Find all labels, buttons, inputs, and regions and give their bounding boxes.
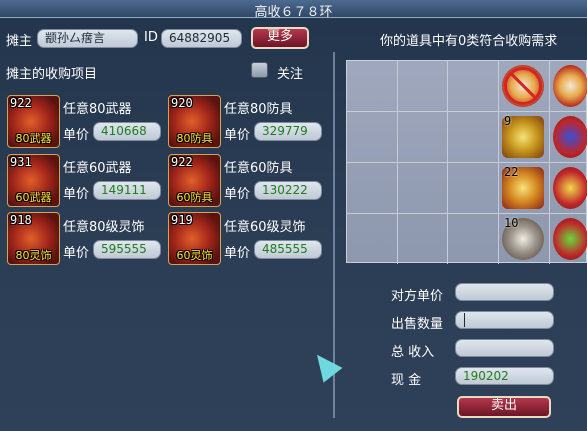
item-name: 任意60武器 <box>63 161 132 176</box>
price-label: 单价 <box>63 187 90 202</box>
total-income-field <box>455 339 554 357</box>
seller-label: 摊主 <box>6 34 33 49</box>
item-tag: 60武器 <box>15 191 52 204</box>
item-price: 410668 <box>93 122 161 141</box>
item-count: 920 <box>171 96 193 110</box>
total-income-label: 总 收入 <box>391 345 435 360</box>
more-button[interactable]: 更多 <box>251 27 309 49</box>
item-count: 919 <box>171 213 193 227</box>
item-name: 任意60防具 <box>224 161 293 176</box>
price-label: 单价 <box>63 128 90 143</box>
purchase-heading: 摊主的收购项目 <box>6 67 98 82</box>
item-count: 922 <box>10 96 32 110</box>
item-price: 130222 <box>254 181 322 200</box>
follow-label: 关注 <box>277 67 304 82</box>
inventory-count: 22 <box>504 165 519 179</box>
grid-line <box>347 111 587 112</box>
grid-line <box>347 162 587 163</box>
item-name: 任意80级灵饰 <box>63 220 145 235</box>
seller-id-label: ID <box>144 30 158 45</box>
inventory-heading: 你的道具中有0类符合收购需求 <box>380 34 558 49</box>
firecracker-icon[interactable]: 22 <box>502 165 544 209</box>
sell-button[interactable]: 卖出 <box>457 396 551 418</box>
price-label: 单价 <box>224 246 251 261</box>
inventory-count: 9 <box>504 114 512 128</box>
item-name: 任意60级灵饰 <box>224 220 306 235</box>
item-count: 918 <box>10 213 32 227</box>
item-icon-80-weapon[interactable]: 922 80武器 <box>7 95 60 148</box>
item-tag: 80灵饰 <box>15 249 52 262</box>
item-price: 329779 <box>254 122 322 141</box>
item-count: 922 <box>171 155 193 169</box>
item-tag: 60防具 <box>176 191 213 204</box>
cash-field: 190202 <box>455 367 554 385</box>
item-icon-60-accessory[interactable]: 919 60灵饰 <box>168 212 221 265</box>
item-icon-60-armor[interactable]: 922 60防具 <box>168 154 221 207</box>
price-label: 单价 <box>63 246 90 261</box>
seller-id-field: 64882905 <box>161 29 242 48</box>
inventory-count: 10 <box>504 216 519 230</box>
banner-icon[interactable] <box>553 65 587 107</box>
item-icon-80-armor[interactable]: 920 80防具 <box>168 95 221 148</box>
item-price: 149111 <box>93 181 161 200</box>
item-price: 485555 <box>254 240 322 259</box>
inventory-grid: 9 22 10 <box>346 60 587 264</box>
blocked-icon <box>504 67 542 105</box>
price-label: 单价 <box>224 128 251 143</box>
item-icon-60-weapon[interactable]: 931 60武器 <box>7 154 60 207</box>
item-icon-80-accessory[interactable]: 918 80灵饰 <box>7 212 60 265</box>
treasure-box-icon[interactable]: 9 <box>502 114 544 158</box>
item-name: 任意80武器 <box>63 102 132 117</box>
item-count: 931 <box>10 155 32 169</box>
quantity-input[interactable] <box>455 311 554 329</box>
price-label: 单价 <box>224 187 251 202</box>
unit-price-label: 对方单价 <box>391 289 444 304</box>
item-tag: 80防具 <box>176 132 213 145</box>
item-name: 任意80防具 <box>224 102 293 117</box>
cash-label: 现 金 <box>391 373 422 388</box>
banner-icon[interactable] <box>553 116 587 158</box>
scroll-icon[interactable]: 10 <box>502 216 544 260</box>
medicine-icon[interactable] <box>502 65 544 107</box>
window-title: 高收６７８环 <box>254 5 333 20</box>
follow-checkbox[interactable] <box>251 62 268 78</box>
seller-name-field: 颛孙厶瘔言 <box>37 29 138 48</box>
banner-icon[interactable] <box>553 167 587 209</box>
item-tag: 80武器 <box>15 132 52 145</box>
grid-line <box>347 213 587 214</box>
item-tag: 60灵饰 <box>176 249 213 262</box>
text-cursor <box>464 313 465 327</box>
unit-price-field <box>455 283 554 301</box>
banner-icon[interactable] <box>553 218 587 260</box>
quantity-label: 出售数量 <box>391 317 444 332</box>
item-price: 595555 <box>93 240 161 259</box>
